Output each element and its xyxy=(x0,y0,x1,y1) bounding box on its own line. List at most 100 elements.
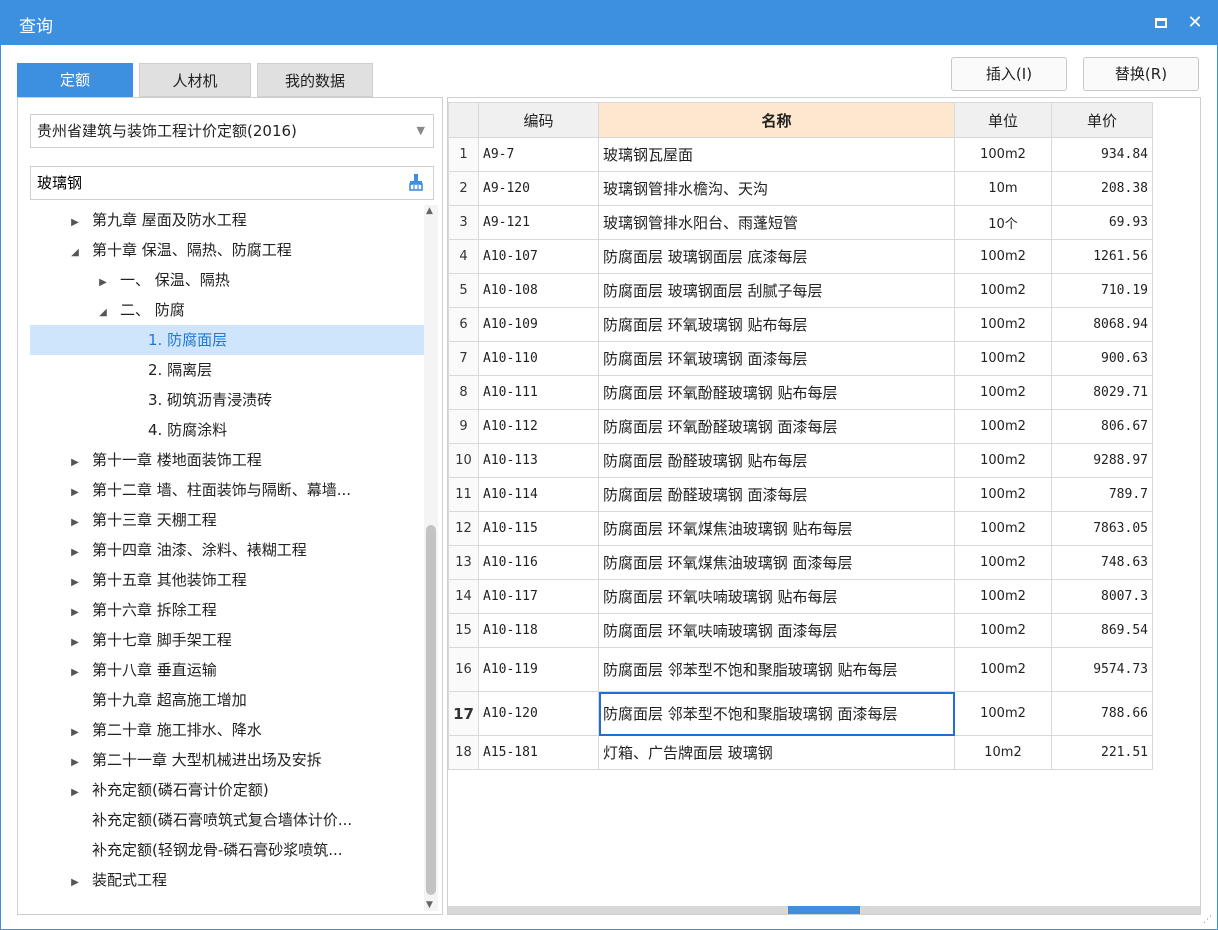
row-index[interactable]: 6 xyxy=(448,307,479,342)
table-row[interactable]: 9 A10-112 防腐面层 环氧酚醛玻璃钢 面漆每层 100m2 806.67 xyxy=(448,409,1153,444)
row-price[interactable]: 806.67 xyxy=(1051,409,1153,444)
row-unit[interactable]: 10m2 xyxy=(954,735,1052,770)
tree-item[interactable]: 4. 防腐涂料 xyxy=(30,415,424,445)
row-unit[interactable]: 100m2 xyxy=(954,239,1052,274)
expand-icon[interactable]: ▶ xyxy=(68,478,82,505)
expand-icon[interactable]: ▶ xyxy=(68,718,82,745)
row-code[interactable]: A10-120 xyxy=(478,691,599,736)
row-price[interactable]: 8029.71 xyxy=(1051,375,1153,410)
row-code[interactable]: A10-114 xyxy=(478,477,599,512)
tree-item[interactable]: 3. 砌筑沥青浸渍砖 xyxy=(30,385,424,415)
row-index[interactable]: 13 xyxy=(448,545,479,580)
tree-item[interactable]: 补充定额(轻钢龙骨-磷石膏砂浆喷筑... xyxy=(30,835,424,865)
row-index[interactable]: 7 xyxy=(448,341,479,376)
expand-icon[interactable]: ▶ xyxy=(68,448,82,475)
tree-item[interactable]: 1. 防腐面层 xyxy=(30,325,424,355)
tree-item[interactable]: 2. 隔离层 xyxy=(30,355,424,385)
row-unit[interactable]: 100m2 xyxy=(954,375,1052,410)
tree-item[interactable]: ◢ 二、 防腐 xyxy=(30,295,424,325)
maximize-icon[interactable] xyxy=(1147,9,1175,37)
table-row[interactable]: 3 A9-121 玻璃钢管排水阳台、雨蓬短管 10个 69.93 xyxy=(448,205,1153,240)
tree-item[interactable]: ▶ 第十六章 拆除工程 xyxy=(30,595,424,625)
expand-icon[interactable]: ▶ xyxy=(68,778,82,805)
row-price[interactable]: 9574.73 xyxy=(1051,647,1153,692)
row-unit[interactable]: 100m2 xyxy=(954,443,1052,478)
row-code[interactable]: A10-116 xyxy=(478,545,599,580)
scroll-down-icon[interactable]: ▼ xyxy=(426,900,433,910)
expand-icon[interactable]: ▶ xyxy=(68,508,82,535)
row-price[interactable]: 69.93 xyxy=(1051,205,1153,240)
row-name[interactable]: 防腐面层 酚醛玻璃钢 面漆每层 xyxy=(598,477,955,512)
row-index[interactable]: 2 xyxy=(448,171,479,206)
row-price[interactable]: 1261.56 xyxy=(1051,239,1153,274)
row-price[interactable]: 8007.3 xyxy=(1051,579,1153,614)
expand-icon[interactable]: ▶ xyxy=(68,598,82,625)
tab-quota[interactable]: 定额 xyxy=(17,63,133,97)
tree-item[interactable]: ◢ 第十章 保温、隔热、防腐工程 xyxy=(30,235,424,265)
row-name[interactable]: 防腐面层 酚醛玻璃钢 贴布每层 xyxy=(598,443,955,478)
row-code[interactable]: A9-7 xyxy=(478,137,599,172)
row-code[interactable]: A10-109 xyxy=(478,307,599,342)
row-name[interactable]: 防腐面层 环氧呋喃玻璃钢 贴布每层 xyxy=(598,579,955,614)
brush-icon[interactable] xyxy=(407,173,425,191)
row-unit[interactable]: 100m2 xyxy=(954,647,1052,692)
table-row[interactable]: 6 A10-109 防腐面层 环氧玻璃钢 贴布每层 100m2 8068.94 xyxy=(448,307,1153,342)
table-row[interactable]: 8 A10-111 防腐面层 环氧酚醛玻璃钢 贴布每层 100m2 8029.71 xyxy=(448,375,1153,410)
table-row[interactable]: 13 A10-116 防腐面层 环氧煤焦油玻璃钢 面漆每层 100m2 748.63 xyxy=(448,545,1153,580)
row-code[interactable]: A10-117 xyxy=(478,579,599,614)
scroll-thumb[interactable] xyxy=(426,525,436,895)
row-index[interactable]: 12 xyxy=(448,511,479,546)
row-index[interactable]: 5 xyxy=(448,273,479,308)
search-input[interactable] xyxy=(37,167,377,198)
tree-item[interactable]: ▶ 第十一章 楼地面装饰工程 xyxy=(30,445,424,475)
header-name[interactable]: 名称 xyxy=(598,102,955,138)
row-name[interactable]: 防腐面层 玻璃钢面层 刮腻子每层 xyxy=(598,273,955,308)
resize-grip-icon[interactable]: ⋰ xyxy=(1203,915,1213,925)
row-index[interactable]: 16 xyxy=(448,647,479,692)
row-index[interactable]: 3 xyxy=(448,205,479,240)
row-index[interactable]: 9 xyxy=(448,409,479,444)
replace-button[interactable]: 替换(R) xyxy=(1083,57,1199,91)
row-code[interactable]: A10-111 xyxy=(478,375,599,410)
row-price[interactable]: 869.54 xyxy=(1051,613,1153,648)
tree-item[interactable]: ▶ 第九章 屋面及防水工程 xyxy=(30,205,424,235)
tab-labor-material-machine[interactable]: 人材机 xyxy=(139,63,251,97)
row-index[interactable]: 8 xyxy=(448,375,479,410)
collapse-icon[interactable]: ◢ xyxy=(96,298,110,325)
scroll-handle[interactable] xyxy=(788,906,860,914)
expand-icon[interactable]: ▶ xyxy=(96,268,110,295)
scroll-up-icon[interactable]: ▲ xyxy=(426,206,433,216)
tree-scrollbar[interactable]: ▲ ▼ xyxy=(424,205,438,911)
tree-item[interactable]: ▶ 第十七章 脚手架工程 xyxy=(30,625,424,655)
chevron-down-icon[interactable]: ▼ xyxy=(417,115,425,147)
row-name[interactable]: 防腐面层 环氧玻璃钢 面漆每层 xyxy=(598,341,955,376)
expand-icon[interactable]: ▶ xyxy=(68,748,82,775)
row-name[interactable]: 防腐面层 邻苯型不饱和聚脂玻璃钢 贴布每层 xyxy=(598,647,955,692)
header-unit[interactable]: 单位 xyxy=(954,102,1052,138)
expand-icon[interactable]: ▶ xyxy=(68,538,82,565)
row-name[interactable]: 防腐面层 环氧煤焦油玻璃钢 面漆每层 xyxy=(598,545,955,580)
tab-my-data[interactable]: 我的数据 xyxy=(257,63,373,97)
row-name[interactable]: 灯箱、广告牌面层 玻璃钢 xyxy=(598,735,955,770)
row-code[interactable]: A10-110 xyxy=(478,341,599,376)
tree-item[interactable]: ▶ 第二十一章 大型机械进出场及安拆 xyxy=(30,745,424,775)
table-row[interactable]: 14 A10-117 防腐面层 环氧呋喃玻璃钢 贴布每层 100m2 8007.3 xyxy=(448,579,1153,614)
row-price[interactable]: 8068.94 xyxy=(1051,307,1153,342)
row-name[interactable]: 防腐面层 环氧煤焦油玻璃钢 贴布每层 xyxy=(598,511,955,546)
table-row[interactable]: 18 A15-181 灯箱、广告牌面层 玻璃钢 10m2 221.51 xyxy=(448,735,1153,770)
quota-library-select[interactable]: 贵州省建筑与装饰工程计价定额(2016) ▼ xyxy=(30,114,434,148)
tree-item[interactable]: ▶ 装配式工程 xyxy=(30,865,424,895)
row-unit[interactable]: 100m2 xyxy=(954,545,1052,580)
row-unit[interactable]: 100m2 xyxy=(954,137,1052,172)
row-name[interactable]: 玻璃钢瓦屋面 xyxy=(598,137,955,172)
row-name[interactable]: 防腐面层 环氧呋喃玻璃钢 面漆每层 xyxy=(598,613,955,648)
row-name[interactable]: 玻璃钢管排水阳台、雨蓬短管 xyxy=(598,205,955,240)
table-row[interactable]: 11 A10-114 防腐面层 酚醛玻璃钢 面漆每层 100m2 789.7 xyxy=(448,477,1153,512)
table-row[interactable]: 4 A10-107 防腐面层 玻璃钢面层 底漆每层 100m2 1261.56 xyxy=(448,239,1153,274)
row-code[interactable]: A10-108 xyxy=(478,273,599,308)
row-code[interactable]: A10-107 xyxy=(478,239,599,274)
tree-item[interactable]: ▶ 补充定额(磷石膏计价定额) xyxy=(30,775,424,805)
row-code[interactable]: A10-118 xyxy=(478,613,599,648)
table-row[interactable]: 16 A10-119 防腐面层 邻苯型不饱和聚脂玻璃钢 贴布每层 100m2 9574.… xyxy=(448,647,1153,692)
row-name[interactable]: 防腐面层 环氧玻璃钢 贴布每层 xyxy=(598,307,955,342)
